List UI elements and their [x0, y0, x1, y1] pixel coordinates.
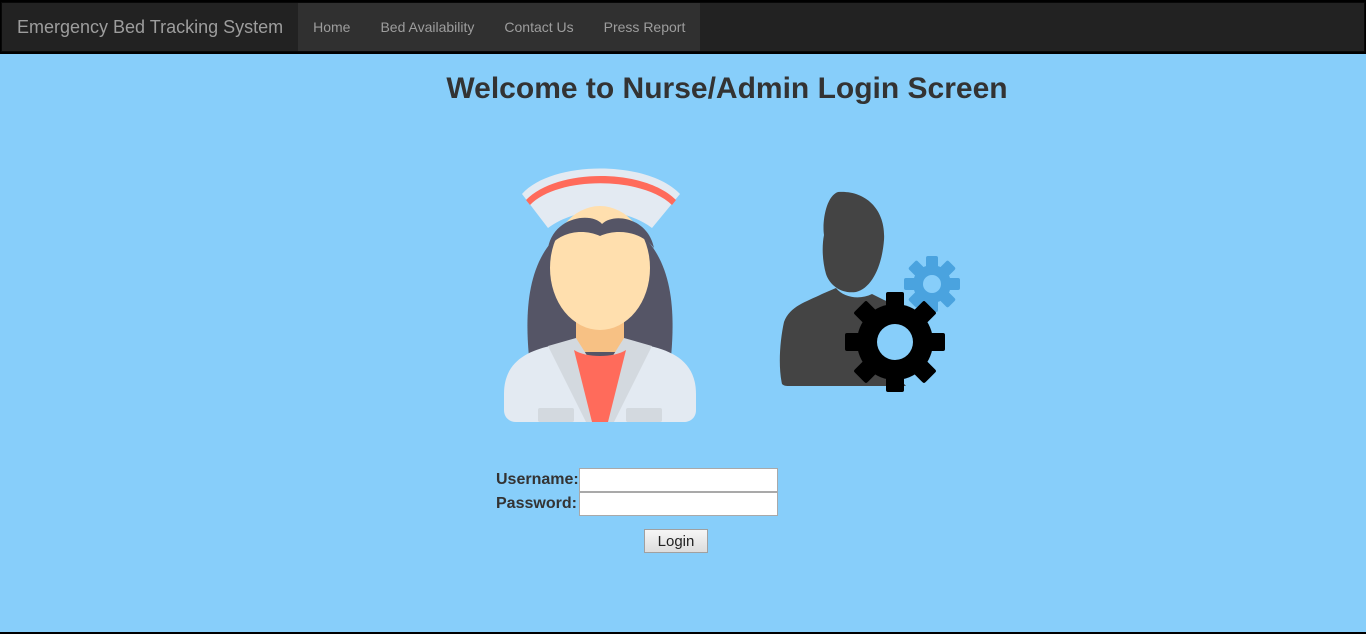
- nav-menu: Home Bed Availability Contact Us Press R…: [298, 3, 701, 51]
- password-label: Password:: [496, 495, 577, 512]
- username-input[interactable]: [579, 468, 778, 492]
- password-input[interactable]: [579, 492, 778, 516]
- brand-title[interactable]: Emergency Bed Tracking System: [2, 3, 298, 51]
- username-label: Username:: [496, 471, 579, 488]
- page-title: Welcome to Nurse/Admin Login Screen: [446, 72, 1008, 105]
- admin-gear-icon: [779, 191, 960, 392]
- password-row: Password:: [496, 492, 778, 516]
- main-content: Welcome to Nurse/Admin Login Screen User…: [0, 54, 1366, 632]
- nav-item-contact-us[interactable]: Contact Us: [489, 3, 588, 51]
- nav-item-home[interactable]: Home: [298, 3, 365, 51]
- nurse-avatar-icon: [504, 168, 696, 422]
- username-row: Username:: [496, 468, 778, 492]
- nav-item-bed-availability[interactable]: Bed Availability: [365, 3, 489, 51]
- nav-item-press-report[interactable]: Press Report: [589, 3, 701, 51]
- login-button[interactable]: Login: [644, 529, 708, 553]
- login-form: Username: Password:: [496, 468, 778, 516]
- top-navbar: Emergency Bed Tracking System Home Bed A…: [1, 2, 1365, 52]
